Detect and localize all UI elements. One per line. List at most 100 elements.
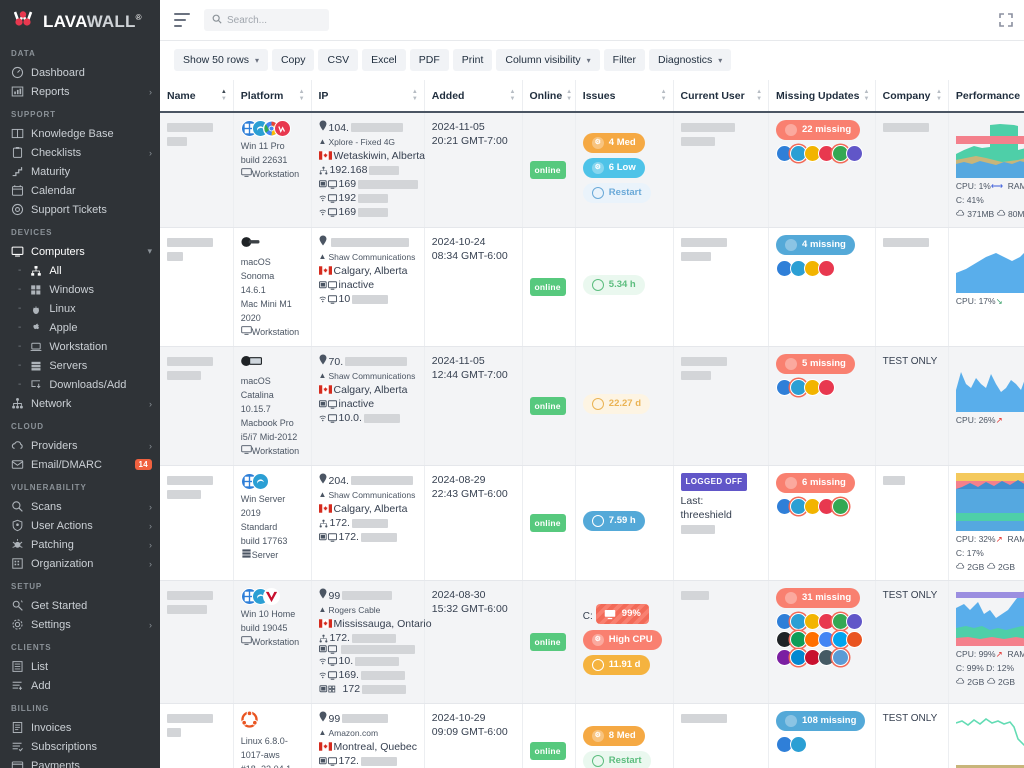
cell-online[interactable]: online (522, 580, 576, 704)
sort-indicator-icon[interactable]: ▲ ▼ (863, 89, 869, 102)
disk-usage-pill[interactable]: 99% (595, 604, 649, 624)
app-icon[interactable] (846, 613, 864, 630)
cell-missing-updates[interactable]: 4 missing (768, 227, 876, 347)
sidebar-item-downloads-add[interactable]: - Downloads/Add (0, 375, 160, 394)
sidebar-item-maturity[interactable]: Maturity (0, 162, 160, 181)
cell-name[interactable] (160, 112, 234, 228)
sort-indicator-icon[interactable]: ▲ ▼ (936, 89, 942, 102)
sidebar-item-dashboard[interactable]: Dashboard (0, 63, 160, 82)
cell-issues[interactable]: 7.59 h (575, 465, 674, 581)
missing-updates-pill[interactable]: 22 missing (776, 120, 861, 140)
toolbar-button-csv[interactable]: CSV (318, 49, 359, 71)
issue-pill[interactable]: ⚙ High CPU (582, 630, 662, 650)
sidebar-item-email-dmarc[interactable]: Email/DMARC 14 (0, 455, 160, 474)
cell-added[interactable]: 2024-11-05 20:21 GMT-7:00 (424, 112, 523, 228)
cell-added[interactable]: 2024-11-05 12:44 GMT-7:00 (424, 346, 523, 466)
sidebar-item-calendar[interactable]: Calendar (0, 181, 160, 200)
table-row[interactable]: Win 10 Home build 19045 Workstation 99 ▲ Roge… (160, 580, 1024, 704)
sidebar-item-all[interactable]: - All (0, 261, 160, 280)
cell-ip[interactable]: ▲ Shaw Communications Calgary, Alberta inac… (311, 227, 425, 347)
cell-online[interactable]: online (522, 465, 576, 581)
cell-issues[interactable]: C: 99% ⚙ High CPU 11.91 d (575, 580, 674, 704)
cell-added[interactable]: 2024-08-29 22:43 GMT-6:00 (424, 465, 523, 581)
missing-app-icons[interactable] (776, 498, 868, 516)
sort-indicator-icon[interactable]: ▲ ▼ (756, 89, 762, 102)
cell-platform[interactable]: Win Server 2019 Standard build 17763 Server (233, 465, 312, 581)
cell-company[interactable] (875, 227, 949, 347)
column-header-online[interactable]: Online ▲ ▼ (522, 80, 576, 113)
column-header-added[interactable]: Added ▲ ▼ (424, 80, 523, 113)
missing-app-icons[interactable] (776, 736, 868, 754)
search-field[interactable] (204, 9, 329, 31)
cell-performance[interactable]: CPU: 99%↗ RAM: 1%⟷ C: 99% D: 12% 2GB 2GB (948, 580, 1024, 704)
cell-performance[interactable]: CPU: 1%⟷ RAM: 1%↗ C: 41% 371MB 80MB (948, 112, 1024, 228)
issue-pill[interactable]: ⚙ 8 Med (582, 725, 645, 746)
cell-name[interactable] (160, 465, 234, 581)
toolbar-button-excel[interactable]: Excel (362, 49, 406, 71)
table-row[interactable]: Win Server 2019 Standard build 17763 Server 2… (160, 465, 1024, 581)
brand-logo[interactable]: LAVAWALL ® (0, 0, 160, 40)
cell-company[interactable]: TEST ONLY (875, 346, 949, 466)
table-scroll-region[interactable]: Name ▲ ▼ Platform ▲ ▼ IP ▲ ▼ Added ▲ ▼ Online ▲ ▼ Issue… (160, 80, 1024, 768)
column-header-current-user[interactable]: Current User ▲ ▼ (673, 80, 770, 113)
sidebar-item-reports[interactable]: Reports › (0, 82, 160, 101)
sidebar-item-apple[interactable]: - Apple (0, 318, 160, 337)
cell-platform[interactable]: macOS Sonoma 14.6.1 Mac Mini M1 2020 Workstat… (233, 227, 312, 347)
sidebar-item-invoices[interactable]: Invoices (0, 718, 160, 737)
cell-issues[interactable]: 5.34 h (575, 227, 674, 347)
table-row[interactable]: macOS Catalina 10.15.7 Macbook Pro i5/i7 Mid… (160, 346, 1024, 466)
table-row[interactable]: macOS Sonoma 14.6.1 Mac Mini M1 2020 Workstat… (160, 227, 1024, 347)
issue-pill[interactable]: Restart (582, 182, 651, 203)
cell-current-user[interactable] (673, 112, 770, 228)
sidebar-item-workstation[interactable]: - Workstation (0, 337, 160, 356)
cell-current-user[interactable]: LOGGED OFF Last: threeshield (673, 465, 770, 581)
cell-missing-updates[interactable]: 6 missing (768, 465, 876, 581)
missing-updates-pill[interactable]: 5 missing (776, 354, 855, 374)
sidebar-item-servers[interactable]: - Servers (0, 356, 160, 375)
cell-current-user[interactable] (673, 580, 770, 704)
toolbar-button-diagnostics[interactable]: Diagnostics ▾ (649, 49, 732, 71)
missing-updates-pill[interactable]: 6 missing (776, 473, 855, 493)
cell-performance[interactable] (948, 703, 1024, 768)
cell-missing-updates[interactable]: 5 missing (768, 346, 876, 466)
missing-app-icons[interactable] (776, 613, 868, 667)
cell-added[interactable]: 2024-10-29 09:09 GMT-6:00 (424, 703, 523, 768)
sidebar-item-get-started[interactable]: Get Started (0, 596, 160, 615)
cell-missing-updates[interactable]: 22 missing (768, 112, 876, 228)
cell-platform[interactable]: Win 10 Home build 19045 Workstation (233, 580, 312, 704)
app-icon[interactable] (846, 145, 864, 162)
cell-company[interactable]: TEST ONLY (875, 580, 949, 704)
cell-company[interactable] (875, 112, 949, 228)
sidebar-item-list[interactable]: List (0, 657, 160, 676)
cell-issues[interactable]: ⚙ 4 Med ⚙ 6 Low Restart (575, 112, 674, 228)
missing-app-icons[interactable] (776, 379, 868, 397)
fullscreen-icon[interactable] (998, 12, 1014, 28)
cell-missing-updates[interactable]: 31 missing (768, 580, 876, 704)
issue-pill-disk[interactable]: C: 99% (583, 604, 667, 630)
search-input[interactable] (227, 14, 321, 26)
issue-pill[interactable]: 22.27 d (582, 393, 651, 414)
cell-performance[interactable]: CPU: 17%↘ (948, 227, 1024, 347)
sidebar-item-payments[interactable]: Payments (0, 756, 160, 768)
sort-indicator-icon[interactable]: ▲ ▼ (661, 89, 667, 102)
issue-pill[interactable]: ⚙ 4 Med (582, 132, 645, 153)
missing-updates-pill[interactable]: 4 missing (776, 235, 855, 255)
sort-indicator-icon[interactable]: ▲ ▼ (412, 89, 418, 102)
sort-indicator-icon[interactable]: ▲ ▼ (299, 89, 305, 102)
cell-name[interactable] (160, 703, 234, 768)
column-header-issues[interactable]: Issues ▲ ▼ (575, 80, 674, 113)
cell-online[interactable]: online (522, 112, 576, 228)
sidebar-item-windows[interactable]: - Windows (0, 280, 160, 299)
cell-added[interactable]: 2024-10-24 08:34 GMT-6:00 (424, 227, 523, 347)
cell-performance[interactable]: CPU: 26%↗ (948, 346, 1024, 466)
missing-app-icons[interactable] (776, 145, 868, 163)
app-icon[interactable] (790, 736, 808, 753)
toolbar-button-filter[interactable]: Filter (603, 49, 645, 71)
cell-ip[interactable]: 99 ▲ Amazon.com Montreal, Quebec 172. (311, 703, 425, 768)
sidebar-item-knowledge-base[interactable]: Knowledge Base (0, 124, 160, 143)
app-icon[interactable] (832, 498, 850, 515)
sort-indicator-icon[interactable]: ▲ ▼ (510, 89, 516, 102)
cell-current-user[interactable] (673, 227, 770, 347)
column-header-name[interactable]: Name ▲ ▼ (160, 80, 234, 113)
sidebar-item-patching[interactable]: Patching › (0, 535, 160, 554)
